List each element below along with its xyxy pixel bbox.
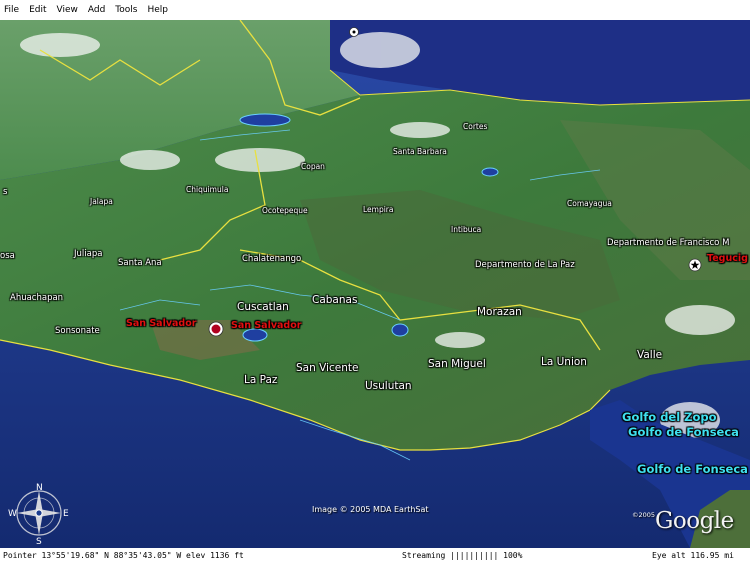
label-valle[interactable]: Valle	[637, 349, 662, 361]
compass-w: W	[8, 509, 17, 519]
lake-izabal	[239, 113, 291, 127]
copyright-label: ©2005	[632, 511, 656, 519]
label-santa-ana[interactable]: Santa Ana	[118, 258, 162, 268]
capital-marker-icon[interactable]	[348, 26, 360, 38]
menu-help[interactable]: Help	[142, 5, 173, 15]
label-dept-la-paz[interactable]: Departmento de La Paz	[475, 260, 575, 270]
lake-yojoa	[481, 167, 499, 177]
label-ocotepeque[interactable]: Ocotepeque	[262, 206, 308, 215]
label-dept-francisco[interactable]: Departmento de Francisco M	[607, 238, 729, 248]
label-intibuca[interactable]: Intibuca	[451, 225, 481, 234]
tegucigalpa-star-icon[interactable]	[688, 258, 702, 272]
label-golfo-fonseca-1[interactable]: Golfo de Fonseca	[628, 425, 739, 439]
map-viewport[interactable]: Ahuachapan Sonsonate Santa Ana Juliapa J…	[0, 20, 750, 548]
label-sonsonate[interactable]: Sonsonate	[55, 326, 100, 336]
imagery-credit: Image © 2005 MDA EarthSat	[312, 505, 429, 514]
menu-bar: File Edit View Add Tools Help	[0, 0, 750, 20]
label-san-salvador-dept[interactable]: San Salvador	[126, 318, 196, 329]
label-juliapa[interactable]: Juliapa	[74, 249, 102, 259]
label-osa[interactable]: osa	[0, 251, 15, 261]
streaming-status: Streaming |||||||||| 100%	[402, 551, 523, 560]
compass-e: E	[63, 509, 69, 519]
label-san-salvador-city[interactable]: San Salvador	[231, 320, 301, 331]
status-bar: Pointer 13°55'19.68" N 88°35'43.05" W el…	[0, 548, 750, 563]
menu-edit[interactable]: Edit	[24, 5, 51, 15]
capital-star-icon[interactable]	[208, 321, 224, 337]
label-s[interactable]: s	[3, 187, 7, 197]
eye-altitude: Eye alt 116.95 mi	[652, 551, 734, 560]
label-golfo-fonseca-2[interactable]: Golfo de Fonseca	[637, 462, 748, 476]
menu-file[interactable]: File	[0, 5, 24, 15]
label-la-paz[interactable]: La Paz	[244, 374, 277, 386]
label-la-union[interactable]: La Union	[541, 356, 587, 368]
label-chiquimula[interactable]: Chiquimula	[186, 185, 228, 194]
label-jalapa[interactable]: Jalapa	[90, 197, 113, 206]
compass-s: S	[36, 537, 42, 544]
pointer-coordinates: Pointer 13°55'19.68" N 88°35'43.05" W el…	[3, 551, 244, 560]
compass-rose-icon[interactable]: N S E W	[8, 482, 70, 544]
label-morazan[interactable]: Morazan	[477, 306, 522, 318]
label-tegucigalpa[interactable]: Tegucig	[707, 253, 748, 264]
label-cabanas[interactable]: Cabanas	[312, 294, 357, 306]
menu-tools[interactable]: Tools	[110, 5, 142, 15]
google-logo: Google	[655, 508, 734, 534]
label-cortes[interactable]: Cortes	[463, 122, 487, 131]
label-ahuachapan[interactable]: Ahuachapan	[10, 293, 63, 303]
label-chalatenango[interactable]: Chalatenango	[242, 254, 301, 264]
menu-add[interactable]: Add	[83, 5, 110, 15]
label-san-miguel[interactable]: San Miguel	[428, 358, 486, 370]
label-santa-barbara[interactable]: Santa Barbara	[393, 147, 447, 156]
label-san-vicente[interactable]: San Vicente	[296, 362, 358, 374]
label-comayagua[interactable]: Comayagua	[567, 199, 612, 208]
label-lempira[interactable]: Lempira	[363, 205, 394, 214]
menu-view[interactable]: View	[52, 5, 83, 15]
label-copan[interactable]: Copan	[301, 162, 325, 171]
lake-reservoir	[391, 323, 409, 337]
label-golfo-zopo[interactable]: Golfo del Zopo	[622, 410, 717, 424]
label-cuscatlan[interactable]: Cuscatlan	[237, 301, 289, 313]
label-usulutan[interactable]: Usulutan	[365, 380, 412, 392]
compass-n: N	[36, 483, 43, 493]
